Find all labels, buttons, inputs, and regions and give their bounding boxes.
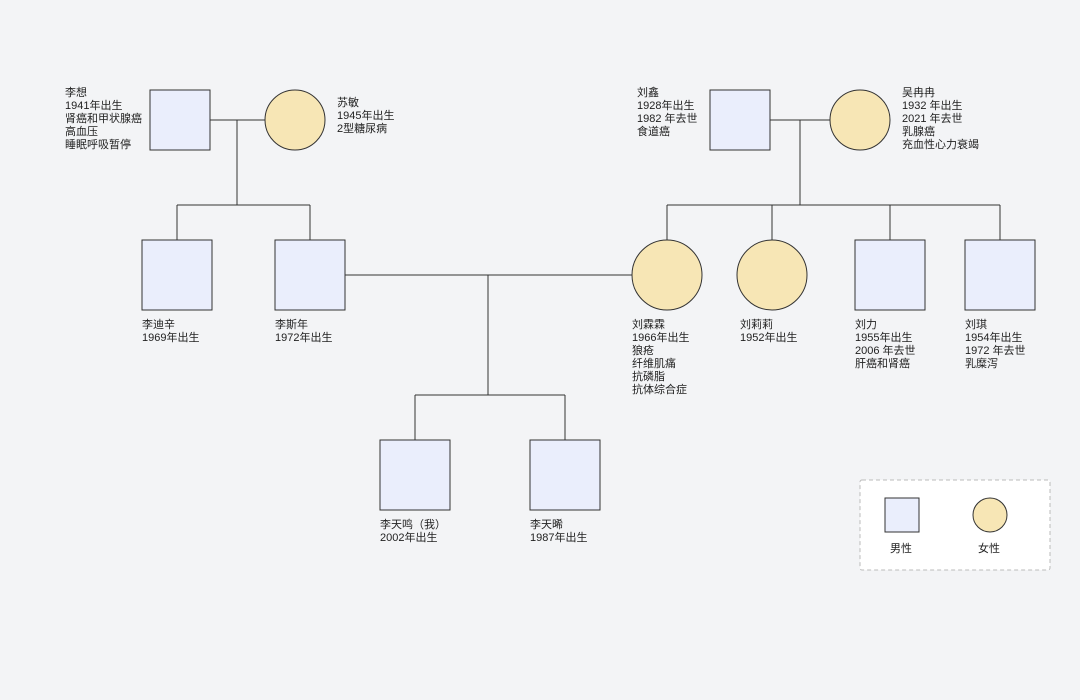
label-litianxi: 李天晞 1987年出生: [530, 517, 587, 544]
label-liuqi: 刘琪 1954年出生 1972 年去世 乳糜泻: [965, 318, 1029, 370]
label-liulili: 刘莉莉 1952年出生: [740, 318, 797, 344]
label-sumin: 苏敏 1945年出生 2型糖尿病: [337, 95, 398, 135]
node-liulili: [737, 240, 807, 310]
label-lixiang: 李想 1941年出生 肾癌和甲状腺癌 高血压 睡眠呼吸暂停: [65, 85, 145, 151]
legend-male-label: 男性: [890, 541, 912, 555]
node-liuli: [855, 240, 925, 310]
node-lisinian: [275, 240, 345, 310]
node-liuxin: [710, 90, 770, 150]
legend-female-icon: [973, 498, 1007, 532]
node-lidixin: [142, 240, 212, 310]
node-sumin: [265, 90, 325, 150]
label-liuli: 刘力 1955年出生 2006 年去世 肝癌和肾癌: [855, 318, 919, 370]
label-lisinian: 李斯年 1972年出生: [275, 317, 332, 344]
legend-female-label: 女性: [978, 541, 1000, 555]
label-wuranran: 吴冉冉 1932 年出生 2021 年去世 乳腺癌 充血性心力衰竭: [902, 85, 979, 151]
label-liulinlin: 刘霖霖 1966年出生 狼疮 纤维肌痛 抗磷脂 抗体综合症: [632, 318, 693, 396]
label-lidixin: 李迪辛 1969年出生: [142, 317, 199, 344]
node-lixiang: [150, 90, 210, 150]
node-litianxi: [530, 440, 600, 510]
label-liuxin: 刘鑫 1928年出生 1982 年去世 食道癌: [637, 85, 701, 138]
legend-male-icon: [885, 498, 919, 532]
node-wuranran: [830, 90, 890, 150]
node-liuqi: [965, 240, 1035, 310]
label-litianming: 李天鸣（我） 2002年出生: [380, 517, 449, 544]
node-litianming: [380, 440, 450, 510]
node-liulinlin: [632, 240, 702, 310]
